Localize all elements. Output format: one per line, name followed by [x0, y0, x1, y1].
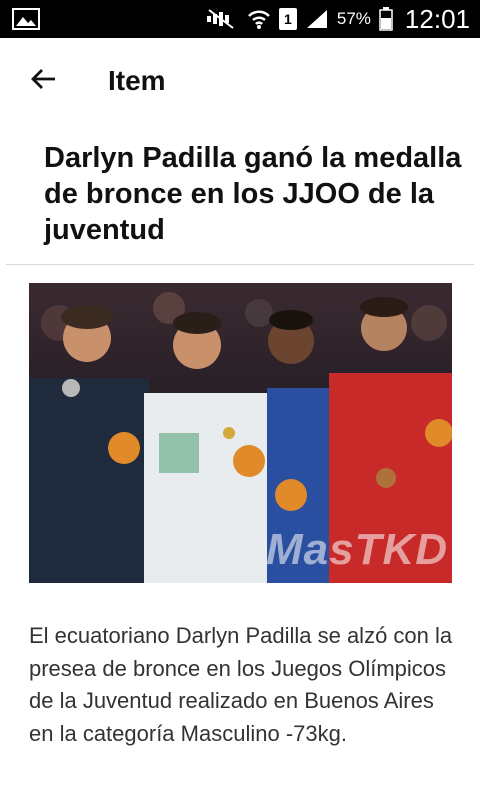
- divider: [6, 264, 474, 265]
- image-watermark: MasTKD: [265, 525, 448, 574]
- sim-icon: 1: [278, 8, 297, 30]
- image-notification-icon: [12, 8, 40, 30]
- wifi-icon: [247, 8, 271, 30]
- article-body: El ecuatoriano Darlyn Padilla se alzó co…: [29, 623, 453, 746]
- mute-icon: [205, 8, 239, 30]
- page-title: Item: [108, 65, 166, 96]
- status-bar: 1 57% 12:01: [0, 0, 480, 38]
- signal-icon: [305, 8, 329, 30]
- arrow-left-icon: [30, 68, 56, 95]
- battery-percent: 57%: [336, 9, 371, 28]
- article-image[interactable]: MasTKD: [29, 283, 452, 583]
- battery-icon: [379, 7, 393, 31]
- app-bar: Item: [0, 38, 480, 124]
- clock: 12:01: [404, 3, 470, 34]
- article-headline: Darlyn Padilla ganó la medalla de bronce…: [44, 142, 462, 246]
- back-button[interactable]: [28, 66, 58, 96]
